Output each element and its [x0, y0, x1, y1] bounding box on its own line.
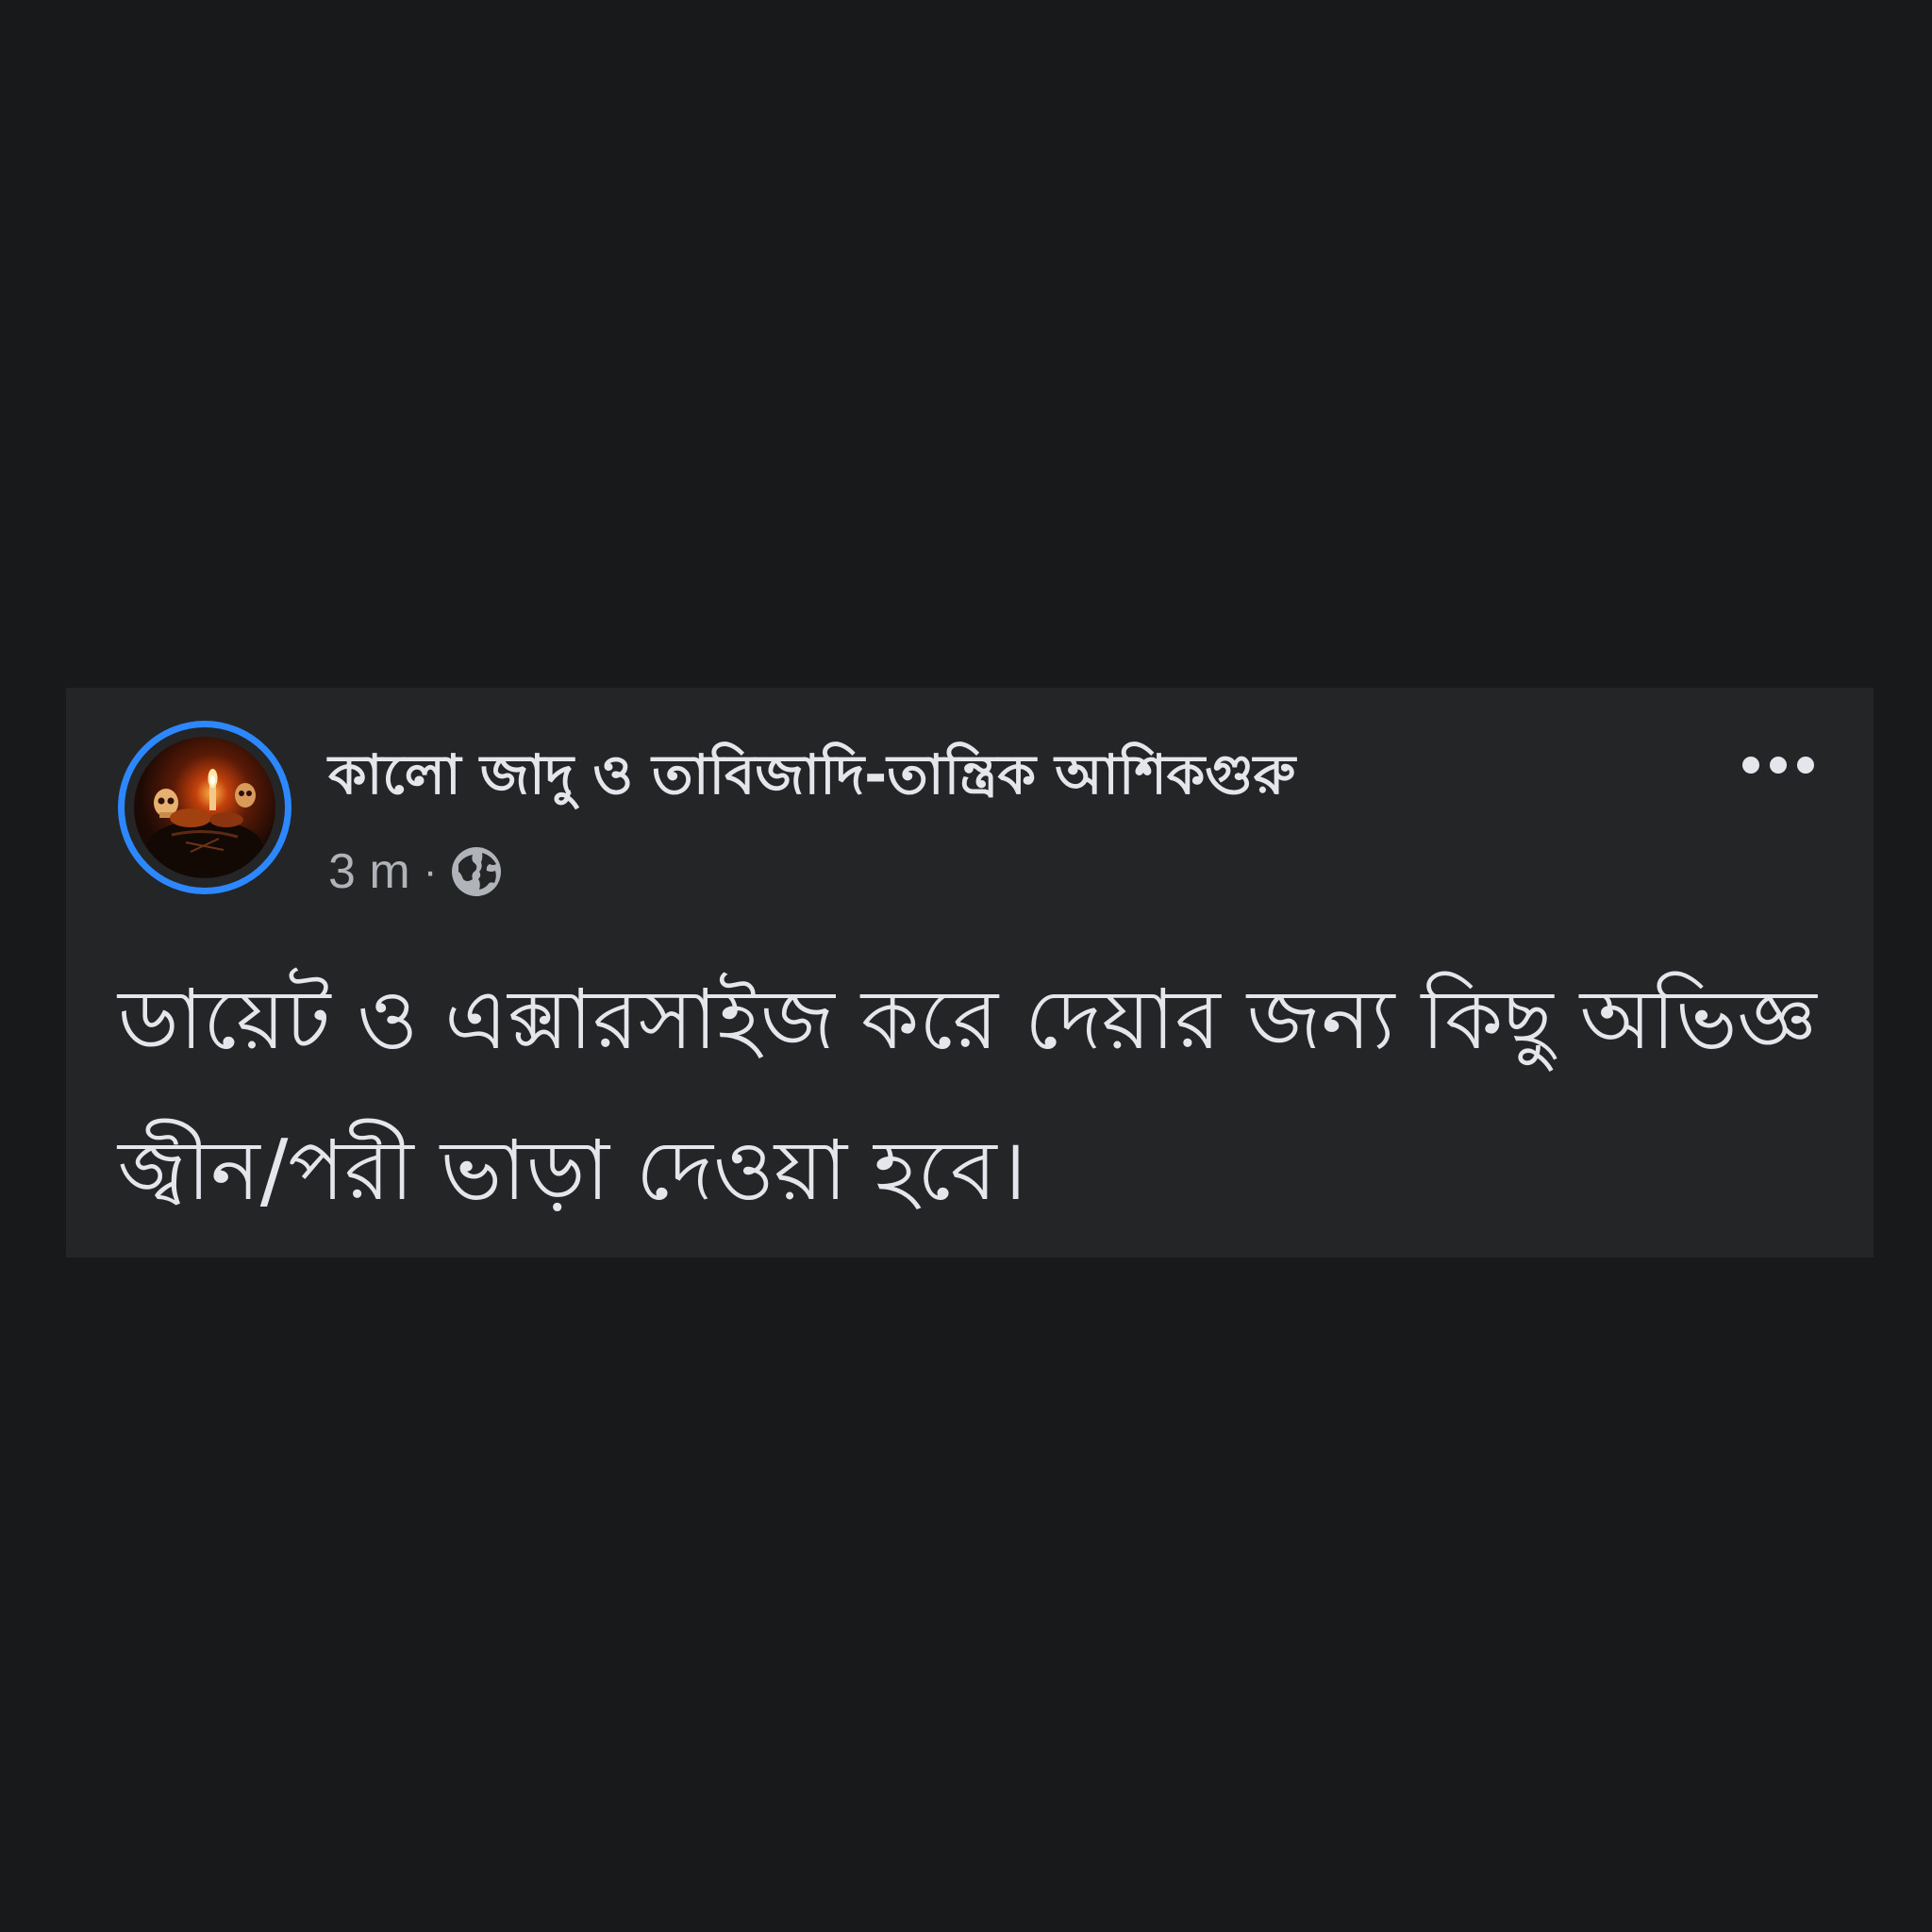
author-name[interactable]: কালো জাদু ও তাবিজাদি-তান্ত্রিক আশিকগুরু: [328, 742, 1295, 808]
more-options-icon: [1742, 757, 1814, 774]
post-text: ডায়েট ও এক্সারসাইজ করে দেয়ার জন্য কিছু…: [118, 971, 1817, 1219]
more-options-button[interactable]: [1736, 744, 1821, 786]
post-meta: 3 m ·: [328, 843, 503, 900]
avatar-ring[interactable]: [118, 721, 291, 894]
post-card: কালো জাদু ও তাবিজাদি-তান্ত্রিক আশিকগুরু …: [66, 688, 1874, 1257]
globe-icon[interactable]: [450, 845, 503, 898]
meta-separator: ·: [423, 848, 438, 894]
post-timestamp[interactable]: 3 m: [328, 843, 410, 900]
avatar[interactable]: [134, 737, 275, 878]
avatar-image: [146, 769, 263, 876]
